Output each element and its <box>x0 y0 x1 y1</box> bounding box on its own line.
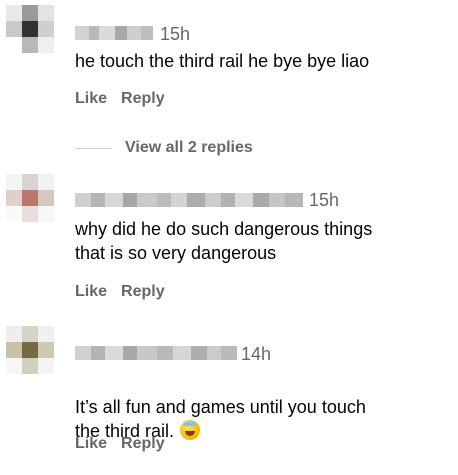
commenter-name-blurred[interactable] <box>75 193 303 207</box>
comment-timestamp[interactable]: 15h <box>309 190 339 210</box>
comment-text: It’s all fun and games until you touch t… <box>75 371 445 443</box>
view-replies-row: View all 2 replies <box>75 139 253 157</box>
view-all-replies-link[interactable]: View all 2 replies <box>125 139 253 157</box>
commenter-name-blurred[interactable] <box>75 26 153 40</box>
avatar[interactable] <box>6 5 54 53</box>
replies-divider <box>75 147 111 149</box>
comment-text: why did he do such dangerous things that… <box>75 219 373 263</box>
comment-actions: Like Reply <box>75 90 165 108</box>
comment-timestamp[interactable]: 15h <box>160 24 190 44</box>
commenter-name-blurred[interactable] <box>75 346 237 360</box>
comment-actions: Like Reply <box>75 283 165 301</box>
reply-button[interactable]: Reply <box>121 435 165 453</box>
grinning-face-with-sweat-emoji <box>180 420 201 440</box>
avatar[interactable] <box>6 174 54 222</box>
like-button[interactable]: Like <box>75 90 107 108</box>
reply-button[interactable]: Reply <box>121 283 165 301</box>
like-button[interactable]: Like <box>75 435 107 453</box>
comment-actions: Like Reply <box>75 435 165 453</box>
reply-button[interactable]: Reply <box>121 90 165 108</box>
comment-timestamp[interactable]: 14h <box>241 344 271 364</box>
comment-text: he touch the third rail he bye bye liao <box>75 51 370 71</box>
like-button[interactable]: Like <box>75 283 107 301</box>
avatar[interactable] <box>6 326 54 374</box>
